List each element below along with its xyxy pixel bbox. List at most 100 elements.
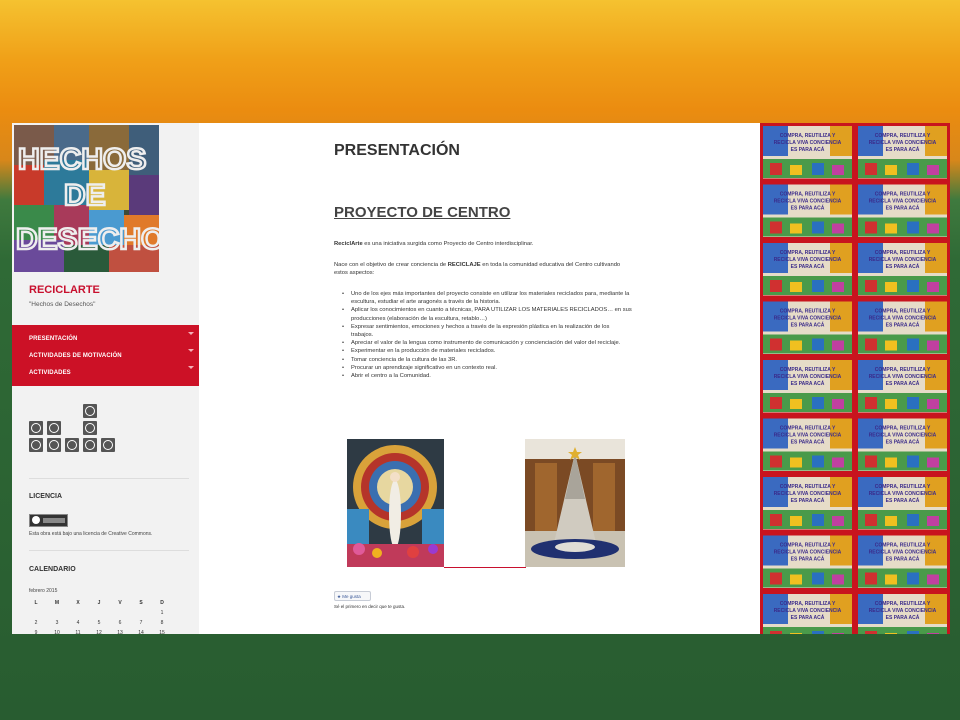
poster-text: COMPRA, REUTILIZA Y: [875, 250, 931, 256]
divider: [29, 550, 189, 551]
poster-tile: COMPRA, REUTILIZA YRECICLA VIVA CONCIENC…: [760, 123, 855, 182]
poster-tile: COMPRA, REUTILIZA YRECICLA VIVA CONCIENC…: [855, 357, 950, 416]
wordpress-icon[interactable]: [29, 421, 43, 435]
poster-tile: COMPRA, REUTILIZA YRECICLA VIVA CONCIENC…: [760, 240, 855, 299]
poster-tile: COMPRA, REUTILIZA YRECICLA VIVA CONCIENC…: [760, 181, 855, 240]
poster-text: RECICLA VIVA CONCIENCIA: [869, 257, 937, 263]
calendar-day[interactable]: 2: [29, 620, 43, 626]
calendar-day[interactable]: 13: [113, 630, 127, 634]
calendar-day[interactable]: 14: [134, 630, 148, 634]
aims-list: Uno de los ejes más importantes del proy…: [342, 290, 632, 380]
poster-text: COMPRA, REUTILIZA Y: [780, 484, 836, 490]
poster-tile: COMPRA, REUTILIZA YRECICLA VIVA CONCIENC…: [760, 474, 855, 533]
menu-item-presentacion[interactable]: PRESENTACIÓN: [29, 336, 77, 342]
poster-tile: COMPRA, REUTILIZA YRECICLA VIVA CONCIENC…: [855, 474, 950, 533]
site-title[interactable]: RECICLARTE: [29, 284, 100, 296]
list-item: Abrir el centro a la Comunidad.: [342, 372, 632, 380]
poster-text: RECICLA VIVA CONCIENCIA: [774, 316, 842, 322]
wordpress-icon[interactable]: [65, 438, 79, 452]
calendar-day[interactable]: 6: [113, 620, 127, 626]
poster-text: COMPRA, REUTILIZA Y: [780, 309, 836, 315]
chevron-down-icon[interactable]: [188, 349, 194, 352]
chevron-down-icon[interactable]: [188, 366, 194, 369]
wordpress-icon[interactable]: [47, 438, 61, 452]
calendar-day[interactable]: 5: [92, 620, 106, 626]
logo-word-2: DE: [64, 179, 106, 212]
wordpress-icon[interactable]: [29, 438, 43, 452]
site-tagline: "Hechos de Desechos": [29, 301, 96, 308]
poster-text: COMPRA, REUTILIZA Y: [875, 543, 931, 549]
poster-text: COMPRA, REUTILIZA Y: [780, 367, 836, 373]
poster-text: COMPRA, REUTILIZA Y: [875, 426, 931, 432]
menu-item-actividades[interactable]: ACTIVIDADES: [29, 370, 71, 376]
section-title[interactable]: PROYECTO DE CENTRO: [334, 204, 510, 221]
poster-tile: COMPRA, REUTILIZA YRECICLA VIVA CONCIENC…: [760, 357, 855, 416]
poster-tile: COMPRA, REUTILIZA YRECICLA VIVA CONCIENC…: [760, 532, 855, 591]
like-button[interactable]: ★ Me gusta: [334, 591, 371, 601]
poster-text: COMPRA, REUTILIZA Y: [780, 601, 836, 607]
list-item: Apreciar el valor de la lengua como inst…: [342, 339, 632, 347]
calendar-day[interactable]: 3: [50, 620, 64, 626]
calendar-weekday: X: [76, 600, 80, 606]
menu-item-actividades-motivacion[interactable]: ACTIVIDADES DE MOTIVACIÓN: [29, 353, 122, 359]
creative-commons-badge[interactable]: [29, 514, 68, 527]
calendar-day[interactable]: 9: [29, 630, 43, 634]
sidebar: HECHOS DE DESECHOS RECICLARTE "Hechos de…: [12, 123, 199, 634]
calendar-day[interactable]: 12: [92, 630, 106, 634]
poster-text: RECICLA VIVA CONCIENCIA: [869, 316, 937, 322]
wordpress-icon[interactable]: [83, 404, 97, 418]
poster-text: COMPRA, REUTILIZA Y: [875, 309, 931, 315]
poster-text: RECICLA VIVA CONCIENCIA: [869, 140, 937, 146]
poster-text: RECICLA VIVA CONCIENCIA: [774, 491, 842, 497]
page-title: PRESENTACIÓN: [334, 142, 460, 159]
like-text: Sé el primero en decir que te gusta.: [334, 604, 406, 609]
list-item: Tomar conciencia de la cultura de las 3R…: [342, 356, 632, 364]
poster-text: ES PARA ACÁ: [791, 322, 825, 329]
site-logo[interactable]: HECHOS DE DESECHOS: [14, 125, 159, 272]
calendar-day[interactable]: 11: [71, 630, 85, 634]
poster-text: COMPRA, REUTILIZA Y: [875, 367, 931, 373]
poster-text: RECICLA VIVA CONCIENCIA: [774, 140, 842, 146]
calendar-day[interactable]: 1: [155, 610, 169, 616]
calendar-day[interactable]: 10: [50, 630, 64, 634]
sculpture-image: [347, 439, 444, 567]
list-item: Expresar sentimientos, emociones y hecho…: [342, 323, 632, 339]
poster-text: ES PARA ACÁ: [886, 146, 920, 153]
poster-text: RECICLA VIVA CONCIENCIA: [774, 608, 842, 614]
wordpress-icon[interactable]: [83, 421, 97, 435]
poster-text: RECICLA VIVA CONCIENCIA: [869, 550, 937, 556]
poster-text: ES PARA ACÁ: [791, 263, 825, 270]
calendar-day[interactable]: 7: [134, 620, 148, 626]
poster-text: RECICLA VIVA CONCIENCIA: [774, 550, 842, 556]
logo-word-1: HECHOS: [18, 143, 146, 176]
browser-page: HECHOS DE DESECHOS RECICLARTE "Hechos de…: [12, 123, 950, 634]
poster-tile: COMPRA, REUTILIZA YRECICLA VIVA CONCIENC…: [855, 532, 950, 591]
goal-paragraph: Nace con el objetivo de crear conciencia…: [334, 261, 634, 277]
like-label: Me gusta: [342, 594, 361, 599]
wordpress-icon[interactable]: [83, 438, 97, 452]
poster-tile: COMPRA, REUTILIZA YRECICLA VIVA CONCIENC…: [760, 591, 855, 634]
divider: [444, 567, 526, 568]
wordpress-icon[interactable]: [47, 421, 61, 435]
poster-text: COMPRA, REUTILIZA Y: [780, 192, 836, 198]
calendar-weekday: D: [160, 600, 164, 606]
sculpture-photo[interactable]: [347, 439, 444, 567]
list-item: Aplicar los conocimientos en cuanto a té…: [342, 306, 632, 322]
calendar-day[interactable]: 4: [71, 620, 85, 626]
chevron-down-icon[interactable]: [188, 332, 194, 335]
calendar-day[interactable]: 8: [155, 620, 169, 626]
poster-text: ES PARA ACÁ: [791, 146, 825, 153]
poster-text: ES PARA ACÁ: [791, 205, 825, 212]
list-item: Uno de los ejes más importantes del proy…: [342, 290, 632, 306]
poster-tile: COMPRA, REUTILIZA YRECICLA VIVA CONCIENC…: [855, 415, 950, 474]
calendar-day[interactable]: 15: [155, 630, 169, 634]
goal-bold: RECICLAJE: [447, 262, 481, 268]
calendar-month: febrero 2015: [29, 588, 58, 594]
christmas-tree-photo[interactable]: [525, 439, 625, 567]
wordpress-icon[interactable]: [101, 438, 115, 452]
poster-text: COMPRA, REUTILIZA Y: [780, 133, 836, 139]
poster-text: ES PARA ACÁ: [886, 263, 920, 270]
poster-text: COMPRA, REUTILIZA Y: [875, 133, 931, 139]
poster-text: RECICLA VIVA CONCIENCIA: [869, 374, 937, 380]
poster-tile: COMPRA, REUTILIZA YRECICLA VIVA CONCIENC…: [855, 591, 950, 634]
